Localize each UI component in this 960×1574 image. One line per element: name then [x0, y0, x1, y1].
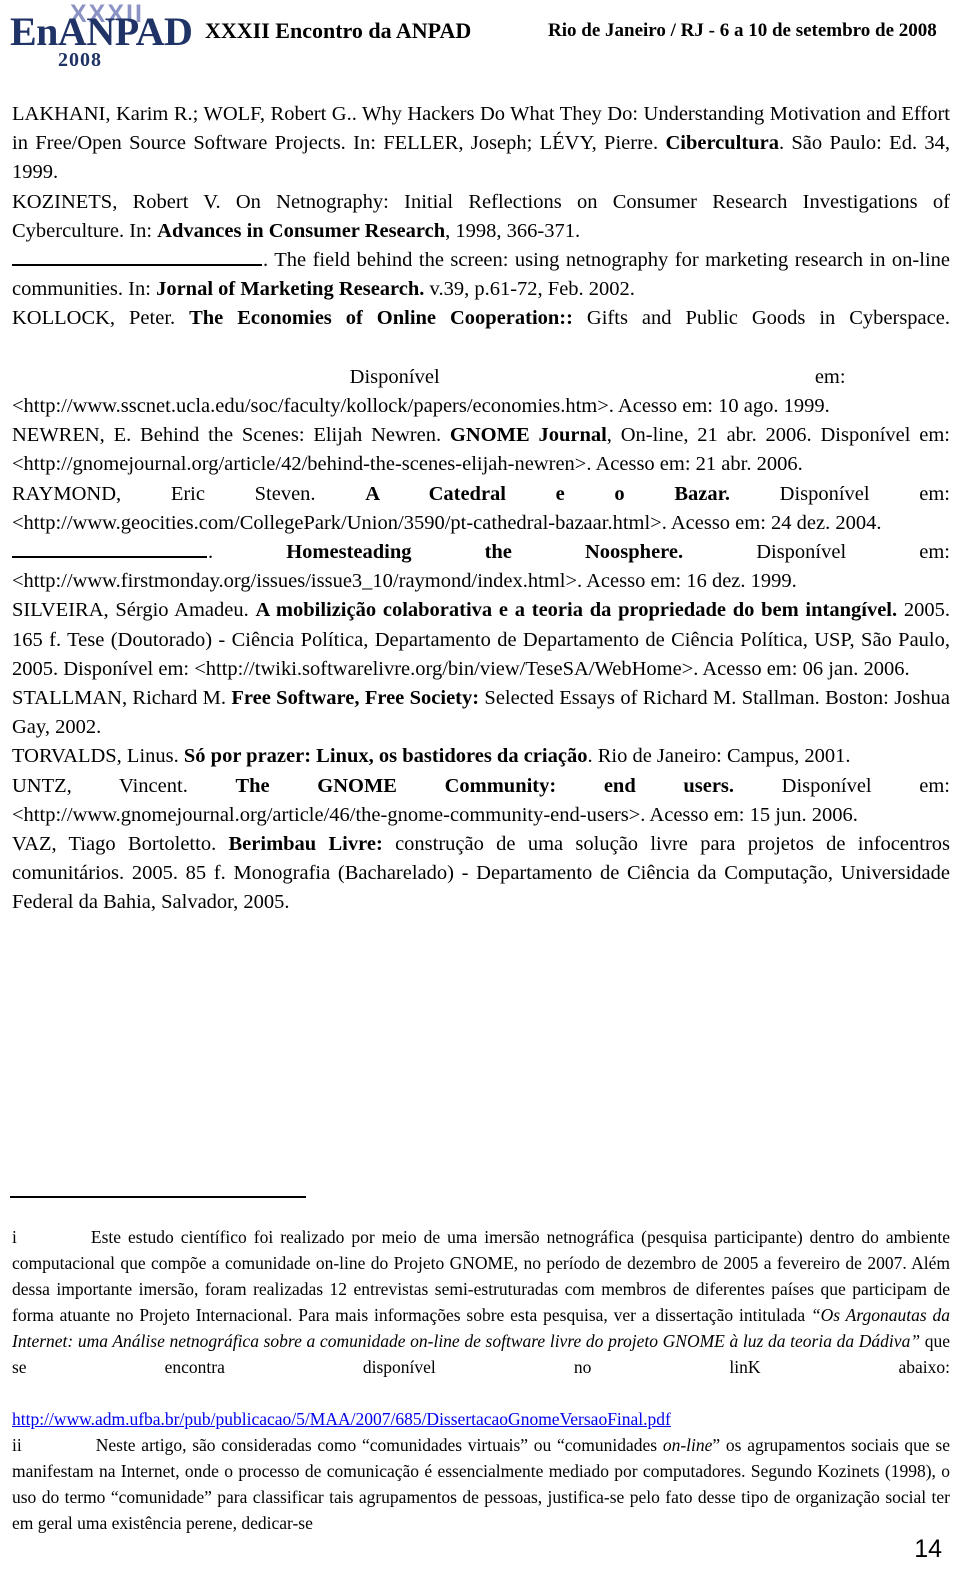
page-header: XXXII EnANPAD 2008 XXXII Encontro da ANP… [0, 0, 960, 78]
footnote-text: Neste artigo, são consideradas como “com… [95, 1435, 663, 1455]
reference-entry: UNTZ, Vincent. The GNOME Community: end … [12, 772, 950, 830]
footnote-entry: ii Neste artigo, são consideradas como “c… [12, 1432, 950, 1536]
reference-text: . [208, 541, 287, 564]
reference-text: VAZ, Tiago Bortoletto. [12, 833, 229, 856]
reference-text: . Rio de Janeiro: Campus, 2001. [587, 745, 851, 768]
reference-title: GNOME Journal [449, 424, 607, 447]
footnote-link[interactable]: http://www.adm.ufba.br/pub/publicacao/5/… [12, 1409, 671, 1429]
reference-text: KOLLOCK, Peter. [12, 307, 190, 330]
footnote-emphasis: on-line [662, 1435, 713, 1455]
reference-title: A Catedral e o Bazar. [365, 482, 730, 505]
reference-title: Free Software, Free Society: [231, 687, 480, 710]
reference-text: TORVALDS, Linus. [12, 745, 184, 768]
reference-text: Gifts and Public Goods in Cyberspace. [572, 307, 950, 330]
reference-entry: KOLLOCK, Peter. The Economies of Online … [12, 304, 950, 421]
footnote-separator [10, 1196, 306, 1198]
reference-entry: RAYMOND, Eric Steven. A Catedral e o Baz… [12, 480, 950, 538]
footnotes-section: i Este estudo científico foi realizado po… [12, 1224, 950, 1536]
enanpad-logo: XXXII EnANPAD 2008 [10, 2, 193, 72]
footnote-marker: i [12, 1227, 17, 1247]
reference-text: RAYMOND, Eric Steven. [12, 482, 366, 505]
reference-title: Homesteading the Noosphere. [286, 541, 684, 564]
reference-title: The Economies of Online Cooperation:: [189, 307, 573, 330]
reference-entry: NEWREN, E. Behind the Scenes: Elijah New… [12, 421, 950, 479]
reference-text: <http://www.sscnet.ucla.edu/soc/faculty/… [12, 395, 830, 418]
reference-title: The GNOME Community: end users. [235, 774, 735, 797]
reference-text: UNTZ, Vincent. [12, 774, 236, 797]
reference-entry: VAZ, Tiago Bortoletto. Berimbau Livre: c… [12, 830, 950, 918]
reference-text: SILVEIRA, Sérgio Amadeu. [12, 599, 256, 622]
reference-entry: TORVALDS, Linus. Só por prazer: Linux, o… [12, 742, 950, 771]
reference-text: NEWREN, E. Behind the Scenes: Elijah New… [12, 424, 450, 447]
reference-text: , 1998, 366-371. [445, 219, 581, 242]
reference-entry: . The field behind the screen: using net… [12, 246, 950, 304]
references-list: LAKHANI, Karim R.; WOLF, Robert G.. Why … [12, 100, 950, 918]
reference-title: Jornal of Marketing Research. [156, 278, 425, 301]
reference-entry: SILVEIRA, Sérgio Amadeu. A mobilizição c… [12, 596, 950, 684]
footnote-marker: ii [12, 1435, 22, 1455]
reference-title: Advances in Consumer Research [157, 219, 446, 242]
reference-title: A mobilizição colaborativa e a teoria da… [255, 599, 898, 622]
reference-text: v.39, p.61-72, Feb. 2002. [424, 278, 635, 301]
reference-title: Berimbau Livre: [228, 833, 383, 856]
reference-text: STALLMAN, Richard M. [12, 687, 232, 710]
reference-entry: LAKHANI, Karim R.; WOLF, Robert G.. Why … [12, 100, 950, 188]
reference-title: Só por prazer: Linux, os bastidores da c… [183, 745, 588, 768]
reference-entry: KOZINETS, Robert V. On Netnography: Init… [12, 188, 950, 246]
page-number: 14 [914, 1535, 942, 1563]
logo-wordmark: EnANPAD [10, 9, 193, 54]
author-dash-rule [12, 249, 262, 267]
footnote-entry: i Este estudo científico foi realizado po… [12, 1224, 950, 1432]
reference-entry: STALLMAN, Richard M. Free Software, Free… [12, 684, 950, 742]
conference-date-location: Rio de Janeiro / RJ - 6 a 10 de setembro… [548, 20, 937, 41]
reference-text: Disponível [349, 365, 440, 388]
conference-title: XXXII Encontro da ANPAD [205, 18, 472, 43]
footnote-text: Este estudo científico foi realizado por… [12, 1227, 950, 1325]
author-dash-rule [12, 541, 207, 559]
reference-text: em: [814, 365, 846, 388]
reference-title: Cibercultura [665, 132, 779, 155]
logo-year: 2008 [58, 49, 102, 71]
reference-entry: . Homesteading the Noosphere. Disponível… [12, 538, 950, 596]
